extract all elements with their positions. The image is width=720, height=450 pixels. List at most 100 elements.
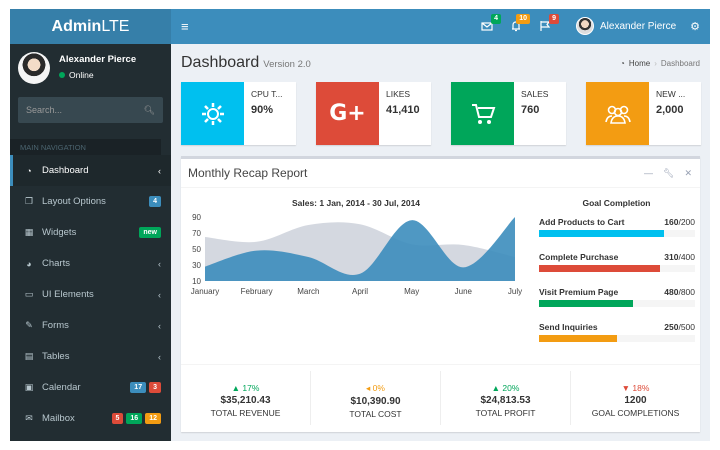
- stat-total-revenue: ▲ 17% $35,210.43 TOTAL REVENUE: [181, 371, 311, 425]
- content-wrapper: Dashboard Version 2.0 ◔ Home › Dashboard …: [171, 44, 710, 441]
- goal-total: /200: [678, 217, 695, 227]
- th-icon: ▦: [24, 227, 34, 237]
- notifications-badge: 10: [516, 14, 530, 24]
- breadcrumb-home[interactable]: Home: [629, 59, 650, 68]
- goal-total: /500: [678, 322, 695, 332]
- stat-percentage: ▼ 18%: [571, 383, 700, 393]
- goal-total: /800: [678, 287, 695, 297]
- dashboard-icon: ◔: [26, 165, 32, 176]
- minus-icon[interactable]: —: [644, 168, 653, 179]
- stat-percentage: ▲ 20%: [441, 383, 570, 393]
- goal-complete-purchase: Complete Purchase 310/400: [539, 252, 695, 272]
- gears-icon[interactable]: ⚙: [690, 20, 700, 33]
- goal-visit-premium: Visit Premium Page 480/800: [539, 287, 695, 307]
- badge: 12: [145, 413, 161, 424]
- stat-amount: 1200: [624, 395, 647, 406]
- goal-send-inquiries: Send Inquiries 250/500: [539, 322, 695, 342]
- chevron-left-icon: ‹: [158, 320, 161, 331]
- chevron-left-icon: ‹: [158, 289, 161, 300]
- infobox-cpu: CPU T... 90%: [181, 82, 296, 145]
- box-title: Monthly Recap Report: [188, 166, 308, 180]
- stat-pct-value: 0%: [372, 383, 385, 393]
- y-tick-label: 10: [192, 277, 201, 286]
- close-icon[interactable]: ✕: [684, 168, 692, 179]
- stat-amount: $10,390.90: [350, 396, 401, 407]
- infobox-label: NEW ...: [656, 89, 686, 99]
- users-icon: [586, 82, 649, 145]
- goal-value: 480: [664, 287, 679, 297]
- goal-add-to-cart: Add Products to Cart 160/200: [539, 217, 695, 237]
- stat-amount: $24,813.53: [480, 395, 531, 406]
- badge: 17: [130, 382, 147, 393]
- badge: 16: [126, 413, 143, 424]
- chevron-left-icon: ‹: [158, 258, 161, 269]
- x-tick-label: February: [241, 287, 273, 296]
- progress-fill: [539, 300, 633, 307]
- sidebar-item-widgets[interactable]: ▦ Widgets new: [10, 217, 171, 248]
- search-input[interactable]: [26, 105, 136, 115]
- infobox-value: 41,410: [386, 104, 420, 116]
- sidebar: Alexander Pierce Online 🔍︎ MAIN NAVIGATI…: [10, 44, 171, 441]
- tasks-button[interactable]: 9: [537, 14, 559, 34]
- sidebar-item-label: Layout Options: [42, 196, 106, 207]
- sidebar-item-charts[interactable]: ◕ Charts ‹: [10, 248, 171, 279]
- sidebar-item-ui-elements[interactable]: ▭ UI Elements ‹: [10, 279, 171, 310]
- breadcrumb: ◔ Home › Dashboard: [620, 59, 700, 68]
- x-tick-label: July: [508, 287, 522, 296]
- y-tick-label: 30: [192, 261, 201, 270]
- x-tick-label: June: [455, 287, 473, 296]
- gear-icon: [181, 82, 244, 145]
- infobox-value: 90%: [251, 104, 274, 116]
- sidebar-item-forms[interactable]: ✎ Forms ‹: [10, 310, 171, 341]
- user-menu[interactable]: Alexander Pierce: [576, 17, 676, 35]
- dashboard-icon: ◔: [620, 59, 625, 68]
- page-title: Dashboard Version 2.0: [181, 54, 311, 72]
- monthly-report-box: Monthly Recap Report — 🔧︎ ✕ Sales: 1 Jan…: [181, 156, 700, 432]
- hamburger-icon[interactable]: ≡: [181, 19, 189, 34]
- notifications-button[interactable]: 10: [508, 14, 530, 34]
- sidebar-item-calendar[interactable]: ▣ Calendar 17 3: [10, 372, 171, 403]
- user-panel: Alexander Pierce Online: [18, 52, 163, 87]
- online-status: Online: [59, 70, 94, 80]
- messages-badge: 4: [491, 14, 501, 24]
- wrench-icon[interactable]: 🔧︎: [663, 168, 674, 179]
- badge: 5: [111, 413, 124, 424]
- stat-pct-value: 18%: [632, 383, 650, 393]
- messages-button[interactable]: 4: [479, 14, 501, 34]
- envelope-icon: ✉: [25, 413, 33, 423]
- progress-fill: [539, 335, 617, 342]
- y-tick-label: 90: [192, 213, 201, 222]
- sidebar-item-label: Dashboard: [42, 165, 89, 176]
- sidebar-item-label: Calendar: [42, 382, 81, 393]
- infobox-value: 2,000: [656, 104, 684, 116]
- calendar-icon: ▣: [24, 382, 34, 392]
- progress-bar: [539, 265, 695, 272]
- badge: 4: [149, 196, 161, 207]
- sidebar-item-label: Widgets: [42, 227, 77, 238]
- sidebar-item-label: UI Elements: [42, 289, 94, 300]
- sidebar-item-tables[interactable]: ▤ Tables ‹: [10, 341, 171, 372]
- y-tick-label: 50: [192, 245, 201, 254]
- stat-percentage: ▲ 17%: [181, 383, 310, 393]
- goal-name: Complete Purchase: [539, 252, 619, 262]
- stat-label: TOTAL PROFIT: [475, 408, 536, 418]
- logo[interactable]: Admin LTE: [10, 9, 171, 44]
- sidebar-item-layout-options[interactable]: ❐ Layout Options 4: [10, 186, 171, 217]
- shopping-cart-icon: [451, 82, 514, 145]
- search-icon[interactable]: 🔍︎: [144, 105, 155, 116]
- x-tick-label: March: [297, 287, 319, 296]
- sidebar-item-dashboard[interactable]: ◔ Dashboard ‹: [10, 155, 171, 186]
- breadcrumb-current: Dashboard: [660, 59, 700, 68]
- progress-bar: [539, 230, 695, 237]
- sidebar-menu: ◔ Dashboard ‹ ❐ Layout Options 4 ▦ Widge…: [10, 155, 171, 434]
- footer-stats: ▲ 17% $35,210.43 TOTAL REVENUE ◂ 0% $10,…: [181, 364, 700, 431]
- badge: new: [139, 227, 161, 238]
- stat-total-cost: ◂ 0% $10,390.90 TOTAL COST: [311, 371, 441, 425]
- sidebar-search: 🔍︎: [18, 97, 163, 123]
- sidebar-user-name: Alexander Pierce: [59, 54, 137, 65]
- goal-total: /400: [678, 252, 695, 262]
- laptop-icon: ▭: [24, 289, 34, 299]
- sidebar-item-mailbox[interactable]: ✉ Mailbox 5 16 12: [10, 403, 171, 434]
- files-icon: ❐: [24, 196, 34, 206]
- sidebar-item-label: Forms: [42, 320, 69, 331]
